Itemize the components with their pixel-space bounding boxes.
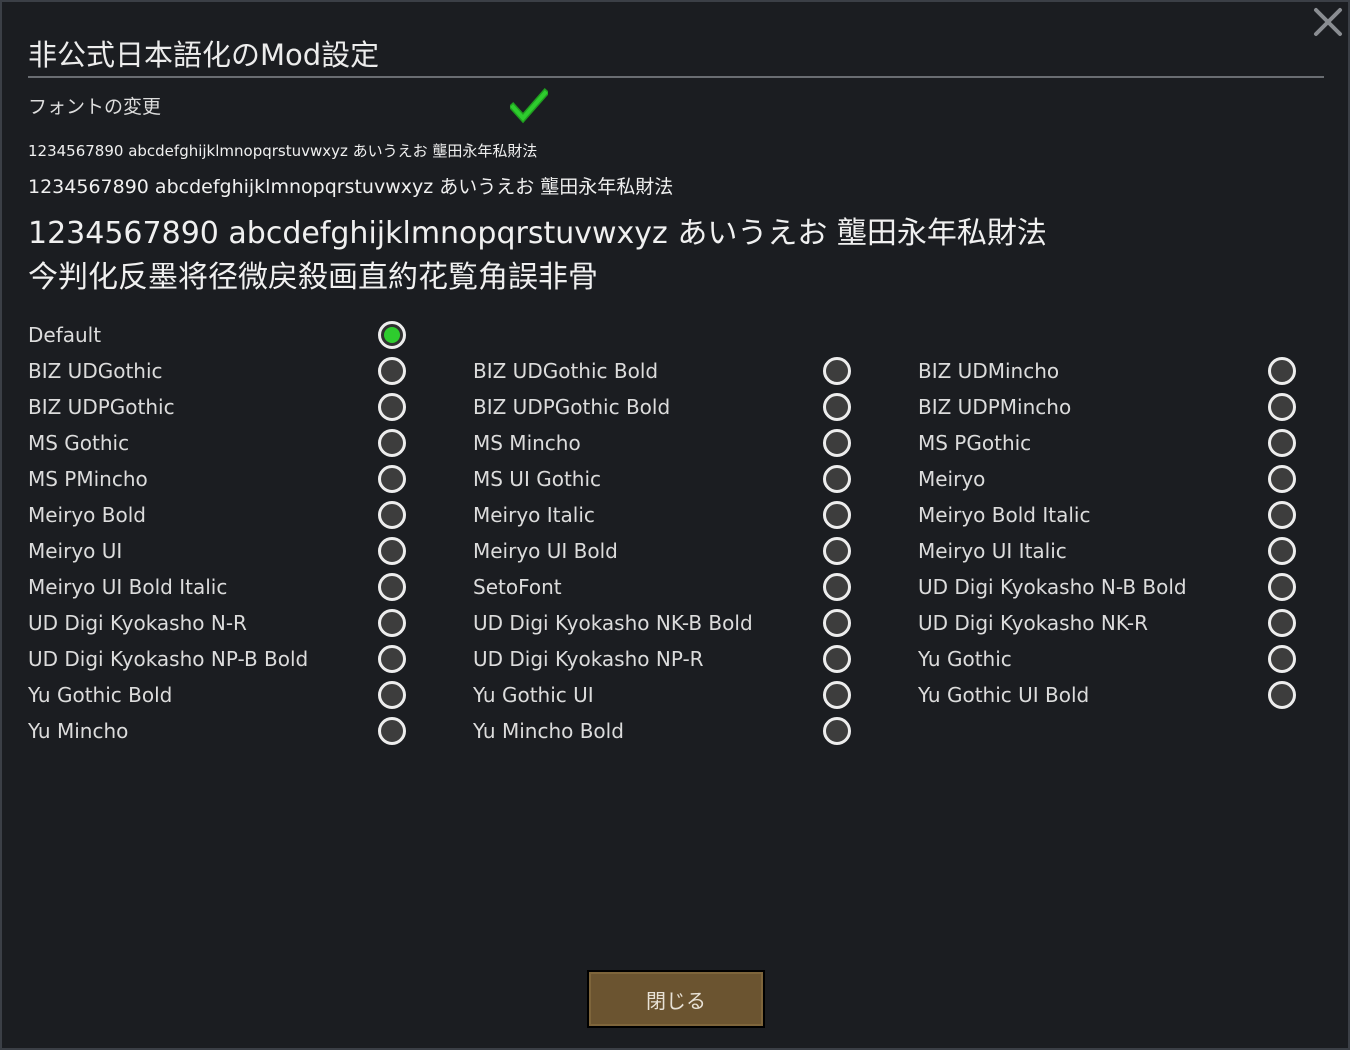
font-radio[interactable] <box>378 393 406 421</box>
font-option-label: UD Digi Kyokasho NK-B Bold <box>473 611 753 635</box>
font-radio[interactable] <box>1268 429 1296 457</box>
font-option-label: MS Gothic <box>28 431 130 455</box>
font-radio[interactable] <box>1268 681 1296 709</box>
font-radio[interactable] <box>823 717 851 745</box>
font-option-label: BIZ UDPGothic Bold <box>473 395 671 419</box>
font-sample-kanji: 今判化反墨将径微戻殺画直約花覧角誤非骨 <box>28 260 598 295</box>
font-radio[interactable] <box>1268 501 1296 529</box>
font-radio[interactable] <box>1268 465 1296 493</box>
font-radio[interactable] <box>378 645 406 673</box>
font-radio[interactable] <box>823 501 851 529</box>
font-radio[interactable] <box>378 537 406 565</box>
font-option-label: BIZ UDGothic Bold <box>473 359 659 383</box>
font-option-label: Yu Gothic <box>918 647 1012 671</box>
font-radio[interactable] <box>378 681 406 709</box>
font-option-label: UD Digi Kyokasho NP-R <box>473 647 704 671</box>
font-radio[interactable] <box>1268 393 1296 421</box>
font-option-label: UD Digi Kyokasho NK-R <box>918 611 1148 635</box>
font-radio[interactable] <box>823 573 851 601</box>
font-radio[interactable] <box>1268 645 1296 673</box>
font-change-toggle[interactable] <box>508 88 550 124</box>
close-icon[interactable] <box>1312 6 1344 38</box>
font-option-label: Meiryo <box>918 467 986 491</box>
font-option-label: UD Digi Kyokasho N-B Bold <box>918 575 1187 599</box>
font-option-label: UD Digi Kyokasho N-R <box>28 611 247 635</box>
font-option-label: MS Mincho <box>473 431 581 455</box>
mod-settings-dialog: 非公式日本語化のMod設定 フォントの変更 1234567890 abcdefg… <box>0 0 1350 1050</box>
font-radio[interactable] <box>1268 537 1296 565</box>
font-radio[interactable] <box>823 645 851 673</box>
font-option-label: MS PGothic <box>918 431 1032 455</box>
font-option-label: Yu Gothic UI Bold <box>918 683 1090 707</box>
font-option-label: SetoFont <box>473 575 562 599</box>
font-option-label-default: Default <box>28 323 102 347</box>
font-option-label: Yu Mincho <box>28 719 129 743</box>
font-radio[interactable] <box>378 609 406 637</box>
font-option-label: Meiryo Bold Italic <box>918 503 1091 527</box>
font-radio[interactable] <box>378 357 406 385</box>
font-option-label: Meiryo Italic <box>473 503 595 527</box>
font-option-label: Yu Gothic Bold <box>28 683 173 707</box>
font-option-label: Meiryo Bold <box>28 503 146 527</box>
font-radio[interactable] <box>378 573 406 601</box>
font-option-label: Meiryo UI Bold <box>473 539 618 563</box>
font-option-label: BIZ UDGothic <box>28 359 163 383</box>
font-option-label: Meiryo UI <box>28 539 123 563</box>
font-radio[interactable] <box>823 357 851 385</box>
font-radio-default[interactable] <box>378 321 406 349</box>
checkmark-icon <box>508 88 550 124</box>
font-option-label: MS PMincho <box>28 467 148 491</box>
font-radio[interactable] <box>1268 609 1296 637</box>
font-option-label: BIZ UDPGothic <box>28 395 175 419</box>
dialog-title: 非公式日本語化のMod設定 <box>28 38 380 72</box>
font-radio[interactable] <box>1268 573 1296 601</box>
font-radio[interactable] <box>823 429 851 457</box>
font-sample-small: 1234567890 abcdefghijklmnopqrstuvwxyz あい… <box>28 142 538 160</box>
font-radio[interactable] <box>378 429 406 457</box>
font-option-label: Yu Mincho Bold <box>473 719 624 743</box>
title-divider <box>28 76 1324 78</box>
font-radio[interactable] <box>823 465 851 493</box>
close-dialog-button[interactable]: 閉じる <box>587 970 765 1028</box>
font-radio[interactable] <box>823 681 851 709</box>
font-option-label: Meiryo UI Italic <box>918 539 1067 563</box>
font-option-label: Yu Gothic UI <box>473 683 594 707</box>
font-sample-large: 1234567890 abcdefghijklmnopqrstuvwxyz あい… <box>28 216 1047 251</box>
font-sample-medium: 1234567890 abcdefghijklmnopqrstuvwxyz あい… <box>28 176 674 198</box>
font-option-label: BIZ UDMincho <box>918 359 1060 383</box>
font-change-label: フォントの変更 <box>28 96 162 118</box>
font-radio[interactable] <box>378 465 406 493</box>
font-radio[interactable] <box>823 609 851 637</box>
font-option-label: BIZ UDPMincho <box>918 395 1072 419</box>
font-option-label: UD Digi Kyokasho NP-B Bold <box>28 647 309 671</box>
font-radio[interactable] <box>1268 357 1296 385</box>
font-option-label: Meiryo UI Bold Italic <box>28 575 228 599</box>
font-option-label: MS UI Gothic <box>473 467 602 491</box>
font-radio[interactable] <box>823 537 851 565</box>
font-radio[interactable] <box>823 393 851 421</box>
font-radio[interactable] <box>378 501 406 529</box>
font-radio[interactable] <box>378 717 406 745</box>
